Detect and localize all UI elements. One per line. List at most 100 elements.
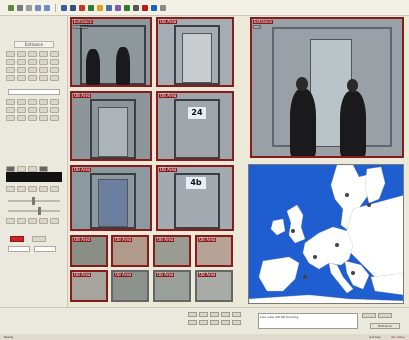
preset-button[interactable]	[6, 99, 15, 105]
split-view-icon[interactable]	[61, 4, 67, 11]
preset-button[interactable]	[6, 107, 15, 113]
nav-button[interactable]	[232, 320, 241, 325]
camera-thumbnail[interactable]: OB Area	[111, 270, 149, 302]
settings-icon[interactable]	[133, 4, 139, 11]
camera-thumbnail[interactable]: OB Area	[195, 235, 233, 267]
nav-button[interactable]	[188, 312, 197, 317]
preset-button[interactable]	[39, 115, 48, 121]
ptz-button[interactable]	[17, 186, 26, 192]
preset-button[interactable]	[39, 107, 48, 113]
camera-tile[interactable]: 4b OB Area	[156, 165, 234, 231]
camera-marker[interactable]	[335, 243, 339, 247]
camera-tile[interactable]: 24 OB Area	[156, 91, 234, 161]
camera-marker[interactable]	[303, 275, 307, 279]
playback-button[interactable]	[6, 218, 15, 224]
playback-button[interactable]	[39, 218, 48, 224]
camera-thumbnail[interactable]: OB Area	[153, 270, 191, 302]
ptz-button[interactable]	[6, 186, 15, 192]
camera-button[interactable]	[39, 59, 48, 65]
stop-button[interactable]	[32, 236, 46, 242]
camera-marker[interactable]	[313, 255, 317, 259]
camera-button[interactable]	[17, 59, 26, 65]
camera-button[interactable]	[28, 51, 37, 57]
camera-button[interactable]	[39, 67, 48, 73]
ptz-button[interactable]	[28, 186, 37, 192]
preset-button[interactable]	[6, 115, 15, 121]
quad-view-icon[interactable]	[70, 4, 76, 11]
play-icon[interactable]	[88, 4, 94, 11]
preset-button[interactable]	[17, 107, 26, 113]
nav-button[interactable]	[232, 312, 241, 317]
message-button[interactable]	[362, 313, 376, 318]
preset-button[interactable]	[50, 99, 59, 105]
help-icon[interactable]	[160, 4, 166, 11]
camera-button[interactable]	[6, 75, 15, 81]
camera-thumbnail[interactable]: OB Area	[195, 270, 233, 302]
layout-icon[interactable]	[8, 4, 14, 11]
camera-tile[interactable]: OB Area	[70, 91, 152, 161]
main-camera-view[interactable]: Entrance REC	[250, 17, 404, 158]
camera-button[interactable]	[17, 51, 26, 57]
nav-button[interactable]	[221, 312, 230, 317]
camera-tile[interactable]: OB Area	[156, 17, 234, 87]
playback-button[interactable]	[28, 218, 37, 224]
preset-button[interactable]	[50, 107, 59, 113]
europe-map[interactable]	[248, 164, 404, 304]
camera-button[interactable]	[39, 75, 48, 81]
camera-button[interactable]	[28, 59, 37, 65]
entrance-button[interactable]: Entrance	[370, 323, 400, 329]
camera-button[interactable]	[50, 67, 59, 73]
camera-button[interactable]	[6, 51, 15, 57]
preset-button[interactable]	[28, 115, 37, 121]
camera-button[interactable]	[6, 67, 15, 73]
preset-button[interactable]	[39, 99, 48, 105]
back-icon[interactable]	[35, 4, 41, 11]
preset-button[interactable]	[17, 115, 26, 121]
camera-tile[interactable]: OB Area	[70, 165, 152, 231]
record-icon[interactable]	[79, 4, 85, 11]
camera-thumbnail[interactable]: OB Area	[111, 235, 149, 267]
camera-button[interactable]	[50, 59, 59, 65]
camera-thumbnail[interactable]: OB Area	[70, 235, 108, 267]
camera-marker[interactable]	[345, 193, 349, 197]
camera-marker[interactable]	[351, 271, 355, 275]
camera-thumbnail[interactable]: OB Area	[153, 235, 191, 267]
focus-slider[interactable]	[8, 207, 60, 215]
camera-icon[interactable]	[17, 4, 23, 11]
speed-field[interactable]	[8, 246, 30, 252]
nav-button[interactable]	[199, 312, 208, 317]
camera-button[interactable]	[50, 51, 59, 57]
camera-button[interactable]	[17, 67, 26, 73]
camera-button[interactable]	[39, 51, 48, 57]
stop-icon[interactable]	[142, 4, 148, 11]
record-button[interactable]	[10, 236, 24, 242]
nav-button[interactable]	[221, 320, 230, 325]
camera-marker[interactable]	[367, 203, 371, 207]
alarm-icon[interactable]	[97, 4, 103, 11]
preset-field[interactable]	[8, 89, 60, 95]
message-box[interactable]: Live view left fist building	[258, 313, 358, 329]
preset-button[interactable]	[50, 115, 59, 121]
camera-button[interactable]	[50, 75, 59, 81]
camera-thumbnail[interactable]: OB Area	[70, 270, 108, 302]
nav-button[interactable]	[199, 320, 208, 325]
grid-icon[interactable]	[26, 4, 32, 11]
nav-button[interactable]	[210, 320, 219, 325]
export-icon[interactable]	[115, 4, 121, 11]
time-field[interactable]	[34, 246, 56, 252]
forward-icon[interactable]	[44, 4, 50, 11]
playback-button[interactable]	[17, 218, 26, 224]
nav-button[interactable]	[210, 312, 219, 317]
playback-button[interactable]	[50, 218, 59, 224]
nav-button[interactable]	[188, 320, 197, 325]
search-icon[interactable]	[106, 4, 112, 11]
zoom-slider[interactable]	[8, 197, 60, 205]
preset-button[interactable]	[28, 99, 37, 105]
camera-button[interactable]	[17, 75, 26, 81]
ptz-button[interactable]	[39, 186, 48, 192]
ptz-button[interactable]	[50, 186, 59, 192]
preset-button[interactable]	[17, 99, 26, 105]
message-button[interactable]	[378, 313, 392, 318]
slider-knob[interactable]	[32, 197, 35, 205]
preset-button[interactable]	[28, 107, 37, 113]
